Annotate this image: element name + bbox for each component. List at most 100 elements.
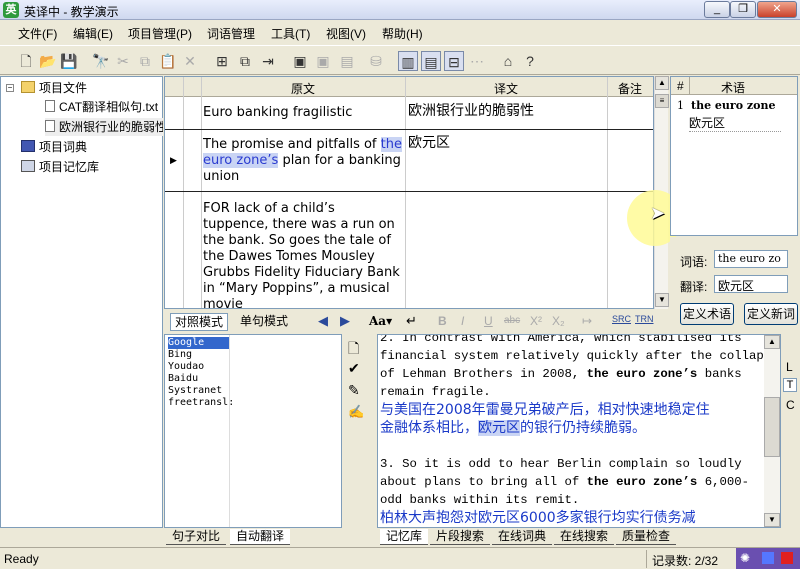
side-tab-c[interactable]: C [786, 398, 795, 412]
menu-help[interactable]: 帮助(H) [382, 25, 423, 42]
tab-memory[interactable]: 记忆库 [380, 529, 429, 545]
underline-icon[interactable]: U [484, 314, 493, 328]
side-tab-t[interactable]: T [783, 378, 797, 392]
tab-sentence-compare[interactable]: 句子对比 [166, 529, 227, 545]
tree-item-file2[interactable]: 欧洲银行业的脆弱性 [45, 118, 163, 136]
scroll-thumb[interactable] [764, 397, 780, 457]
menu-file[interactable]: 文件(F) [18, 25, 57, 42]
check-icon[interactable]: ✔ [348, 360, 360, 377]
scroll-thumb[interactable]: ≡ [655, 94, 669, 108]
font-dropdown[interactable]: Aa▾ [369, 314, 392, 328]
superscript-icon[interactable]: X² [530, 314, 542, 328]
side-tab-l[interactable]: L [786, 360, 793, 374]
arrow-right-icon[interactable]: ▶ [340, 313, 350, 329]
package-lock-icon[interactable]: ▣ [313, 51, 333, 71]
database-icon[interactable]: ⛁ [366, 51, 386, 71]
tab-parallel-mode[interactable]: 对照模式 [170, 313, 229, 331]
find-binoculars-icon[interactable]: 🔭 [91, 51, 111, 71]
save-icon[interactable]: 💾 [59, 51, 79, 71]
scroll-down-icon[interactable]: ▼ [655, 293, 669, 307]
translate-pen-icon[interactable]: ✍ [348, 404, 364, 420]
document-gray-icon[interactable]: ▤ [337, 51, 357, 71]
menu-view[interactable]: 视图(V) [326, 25, 366, 42]
restore-button[interactable]: ❐ [730, 1, 756, 18]
new-file-icon[interactable]: 🗋 [16, 51, 36, 71]
tree-item-memory[interactable]: 项目记忆库 [21, 158, 99, 176]
scroll-down-icon[interactable]: ▼ [764, 513, 780, 527]
translation-input[interactable]: 欧元区 [714, 275, 788, 293]
header-source[interactable]: 原文 [201, 80, 405, 97]
strikethrough-icon[interactable]: abc [504, 315, 520, 326]
open-folder-icon[interactable]: 📂 [38, 51, 58, 71]
package-icon[interactable]: ▣ [290, 51, 310, 71]
row1-source[interactable]: Euro banking fragilistic [203, 105, 403, 121]
recorder-widget[interactable]: ✺ [736, 548, 800, 569]
engine-bing[interactable]: Bing [168, 349, 192, 361]
engine-freetranslation[interactable]: freetransl: [168, 397, 234, 409]
stop-icon[interactable] [781, 552, 793, 564]
tab-auto-translate[interactable]: 自动翻译 [230, 529, 291, 545]
home-icon[interactable]: ⌂ [498, 51, 518, 71]
tree-item-dictionary[interactable]: 项目词典 [21, 138, 87, 156]
subscript-icon[interactable]: X₂ [552, 314, 565, 328]
header-note[interactable]: 备注 [607, 80, 653, 97]
term-entry-translation[interactable]: 欧元区 [689, 114, 781, 132]
help-icon[interactable]: ? [520, 51, 540, 71]
arrow-left-icon[interactable]: ◀ [318, 313, 328, 329]
menu-project[interactable]: 项目管理(P) [128, 25, 192, 42]
memory-scrollbar[interactable]: ▲ ▼ [764, 335, 780, 527]
src-button[interactable]: SRC [612, 314, 631, 324]
layout-parallel-icon[interactable]: ▥ [398, 51, 418, 71]
engine-systranet[interactable]: Systranet [168, 385, 222, 397]
layout-grid-icon[interactable]: ⋯ [467, 51, 487, 71]
return-icon[interactable]: ↵ [406, 313, 417, 329]
add-page-icon[interactable]: 🗋 [348, 338, 359, 362]
minimize-button[interactable]: _ [704, 1, 730, 18]
engine-google[interactable]: Google [168, 337, 230, 349]
collapse-icon[interactable]: − [6, 84, 14, 92]
row2-source[interactable]: The promise and pitfalls of the euro zon… [203, 137, 403, 185]
tab-online-dictionary[interactable]: 在线词典 [492, 529, 553, 545]
delete-icon[interactable]: ✕ [180, 51, 200, 71]
tree-item-file1[interactable]: CAT翻译相似句.txt [45, 98, 163, 116]
tab-quality-check[interactable]: 质量检查 [616, 529, 677, 545]
row2-target[interactable]: 欧元区 [408, 135, 606, 151]
term-header-num: # [677, 79, 684, 93]
tab-fragment-search[interactable]: 片段搜索 [430, 529, 491, 545]
layout-single-icon[interactable]: ▤ [421, 51, 441, 71]
header-target[interactable]: 译文 [405, 80, 607, 97]
close-button[interactable]: ✕ [757, 1, 797, 18]
define-term-button[interactable]: 定义术语 [680, 303, 734, 325]
scroll-up-icon[interactable]: ▲ [655, 76, 669, 90]
copy-document-icon[interactable]: ⧉ [235, 51, 255, 71]
word-input[interactable]: the euro zo [714, 250, 788, 268]
tab-single-mode[interactable]: 单句模式 [236, 313, 292, 331]
tree-item-project-files[interactable]: 项目文件 [21, 79, 87, 97]
engine-youdao[interactable]: Youdao [168, 361, 204, 373]
cut-icon[interactable]: ✂ [113, 51, 133, 71]
side-tabs: L T C [783, 360, 799, 440]
bold-icon[interactable]: B [438, 314, 447, 328]
layout-tree-icon[interactable]: ⊟ [444, 51, 464, 71]
term-editor: 词语: the euro zo 翻译: 欧元区 定义术语 定义新词 [670, 237, 798, 327]
pause-icon[interactable] [762, 552, 774, 564]
copy-icon[interactable]: ⧉ [135, 51, 155, 71]
menu-terms[interactable]: 词语管理 [207, 25, 255, 42]
term-entry-term[interactable]: the euro zone [691, 99, 775, 112]
trn-button[interactable]: TRN [635, 314, 654, 324]
row3-source[interactable]: FOR lack of a child’s tuppence, there wa… [203, 201, 403, 308]
add-document-icon[interactable]: ⊞ [212, 51, 232, 71]
engine-baidu[interactable]: Baidu [168, 373, 198, 385]
edit-page-icon[interactable]: ✎ [348, 382, 360, 399]
tab-online-search[interactable]: 在线搜索 [554, 529, 615, 545]
scroll-up-icon[interactable]: ▲ [764, 335, 780, 349]
menu-tools[interactable]: 工具(T) [271, 25, 310, 42]
define-new-button[interactable]: 定义新词 [744, 303, 798, 325]
italic-icon[interactable]: I [461, 314, 464, 328]
menu-edit[interactable]: 编辑(E) [73, 25, 113, 42]
app-icon: 英 [3, 2, 19, 18]
row1-target[interactable]: 欧洲银行业的脆弱性 [408, 103, 606, 119]
export-document-icon[interactable]: ⇥ [258, 51, 278, 71]
paste-icon[interactable]: 📋 [158, 51, 178, 71]
width-icon[interactable]: ↦ [582, 314, 592, 328]
